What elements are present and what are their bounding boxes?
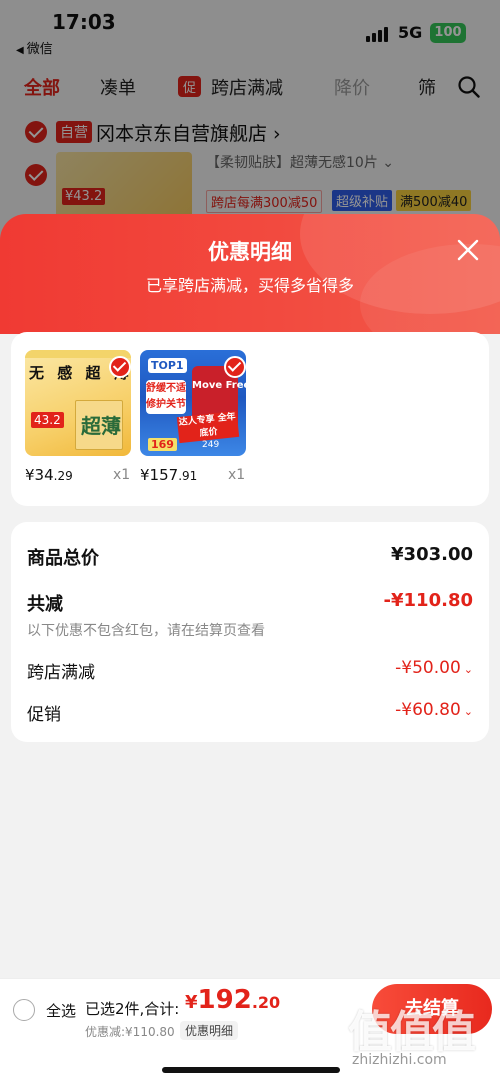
sheet-header: 优惠明细 已享跨店满减，买得多省得多 (0, 214, 500, 334)
goods-check-icon (224, 356, 246, 378)
sheet-title: 优惠明细 (208, 240, 292, 264)
total-amount: ¥192.20 (185, 985, 280, 1015)
goods-qty: x1 (113, 467, 131, 483)
cross-store-value[interactable]: -¥50.00 ⌄ (395, 658, 473, 678)
goods-price: ¥34.29 (25, 466, 73, 484)
goods-image-slogan: 舒缓不适 修护关节 (146, 380, 186, 414)
discount-label: 共减 (27, 594, 63, 615)
select-all-radio[interactable] (13, 999, 35, 1021)
sheet-subtitle: 已享跨店满减，买得多省得多 (145, 276, 354, 295)
total-yen: ¥ (185, 992, 198, 1013)
home-indicator (162, 1067, 340, 1073)
goods-image-price: 169 (148, 438, 177, 451)
goods-card: 无 感 超 薄 43.2 超薄 ¥34.29 x1 TOP1 舒缓不适 修护关节… (11, 332, 489, 506)
discount-value: -¥110.80 (383, 590, 473, 611)
summary-card: 商品总价 ¥303.00 共减 -¥110.80 以下优惠不包含红包，请在结算页… (11, 522, 489, 742)
promotion-amount: -¥60.80 (395, 700, 461, 720)
selected-count-text: 已选2件,合计: (85, 1000, 180, 1018)
price-int: ¥157 (140, 466, 179, 484)
price-dec: .29 (53, 469, 73, 483)
goods-image-price: 43.2 (31, 412, 64, 428)
goods-image-text: TOP1 (148, 358, 187, 373)
cross-store-label: 跨店满减 (27, 663, 95, 683)
discount-hint: 以下优惠不包含红包，请在结算页查看 (27, 623, 265, 639)
promotion-value[interactable]: -¥60.80 ⌄ (395, 700, 473, 720)
goods-image-banner: 达人专享 全年底价 (176, 410, 240, 444)
goods-check-icon (109, 356, 131, 378)
checkout-bar: 全选 已选2件,合计: ¥192.20 优惠减:¥110.80 优惠明细 去结算 (0, 978, 500, 1082)
chevron-down-icon: ⌄ (463, 663, 473, 676)
select-all-label[interactable]: 全选 (46, 1000, 76, 1021)
total-int: 192 (197, 985, 252, 1015)
total-dec: .20 (251, 993, 281, 1012)
goods-image-price2: 249 (202, 440, 220, 450)
price-dec: .91 (178, 469, 198, 483)
price-int: ¥34 (25, 466, 54, 484)
goods-price: ¥157.91 (140, 466, 197, 484)
checkout-button[interactable]: 去结算 (372, 984, 492, 1034)
close-icon[interactable] (454, 236, 482, 264)
discount-summary: 优惠减:¥110.80 (85, 1025, 175, 1039)
chevron-down-icon: ⌄ (463, 705, 473, 718)
total-label: 商品总价 (27, 548, 99, 569)
goods-image-brand: Move Free (192, 380, 246, 391)
promotion-label: 促销 (27, 705, 61, 725)
discount-detail-link[interactable]: 优惠明细 (180, 1021, 239, 1040)
goods-qty: x1 (228, 467, 246, 483)
total-value: ¥303.00 (391, 544, 473, 565)
goods-image-brand: 超薄 (81, 414, 121, 438)
cross-store-amount: -¥50.00 (395, 658, 461, 678)
